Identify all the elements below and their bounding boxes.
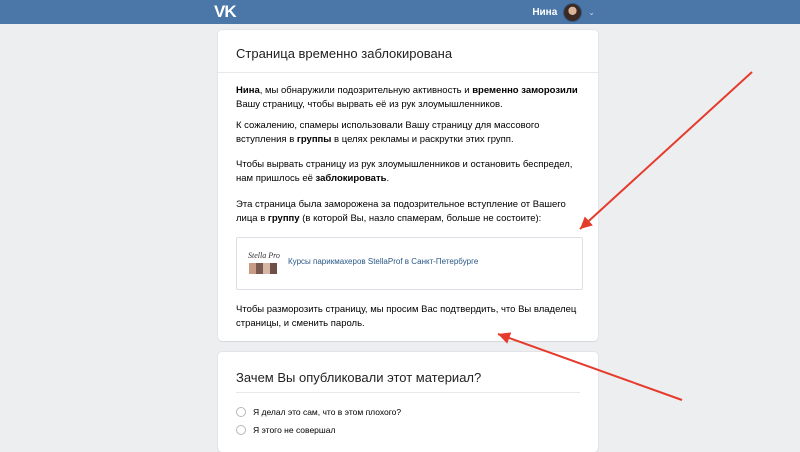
paragraph-text: Вашу страницу, чтобы вырвать её из рук з… xyxy=(236,99,503,110)
paragraph-bold: группы xyxy=(296,134,332,145)
blocked-paragraph-3: Чтобы вырвать страницу из рук злоумышлен… xyxy=(236,158,586,186)
blocked-paragraph-5: Чтобы разморозить страницу, мы просим Ва… xyxy=(236,304,577,329)
paragraph-text: . xyxy=(386,173,390,184)
radio-button[interactable] xyxy=(236,425,246,435)
user-name-bold: Нина xyxy=(236,85,260,96)
paragraph-text: в целях рекламы и раскрутки этих групп. xyxy=(331,134,514,145)
paragraph-text: (в которой Вы, назло спамерам, больше не… xyxy=(299,213,542,224)
group-avatar-text: Stella Pro xyxy=(248,251,280,260)
avatar[interactable] xyxy=(563,2,583,22)
blocked-paragraph-4: Эта страница была заморожена за подозрит… xyxy=(236,198,586,226)
divider xyxy=(218,72,598,73)
blocked-page-card: Страница временно заблокирована Нина, мы… xyxy=(218,30,598,341)
survey-title: Зачем Вы опубликовали этот материал? xyxy=(236,370,482,385)
survey-option-not-me[interactable]: Я этого не совершал xyxy=(236,425,335,435)
group-photo xyxy=(249,263,277,274)
user-name[interactable]: Нина xyxy=(532,7,557,18)
survey-card: Зачем Вы опубликовали этот материал? Я д… xyxy=(218,352,598,452)
survey-option-self[interactable]: Я делал это сам, что в этом плохого? xyxy=(236,407,401,417)
chevron-down-icon[interactable]: ⌄ xyxy=(588,8,595,17)
paragraph-bold: группу xyxy=(267,213,300,224)
divider xyxy=(236,392,580,393)
group-card[interactable]: Stella Pro Курсы парикмахеров StellaProf… xyxy=(236,237,583,290)
blocked-paragraph-1: Нина, мы обнаружили подозрительную актив… xyxy=(236,84,586,112)
top-navigation-bar: VK Нина ⌄ xyxy=(0,0,800,24)
radio-button[interactable] xyxy=(236,407,246,417)
page-title: Страница временно заблокирована xyxy=(236,46,453,61)
paragraph-text: Чтобы вырвать страницу из рук злоумышлен… xyxy=(236,159,573,184)
survey-option-label[interactable]: Я делал это сам, что в этом плохого? xyxy=(253,407,401,417)
vk-logo[interactable]: VK xyxy=(214,3,237,21)
survey-option-label[interactable]: Я этого не совершал xyxy=(253,425,335,435)
blocked-paragraph-2: К сожалению, спамеры использовали Вашу с… xyxy=(236,119,586,147)
annotation-arrow xyxy=(579,71,753,230)
paragraph-bold: временно заморозили xyxy=(472,85,578,96)
paragraph-text: , мы обнаружили подозрительную активност… xyxy=(259,85,473,96)
group-avatar[interactable]: Stella Pro xyxy=(248,250,280,275)
paragraph-bold: заблокировать xyxy=(315,173,387,184)
group-link[interactable]: Курсы парикмахеров StellaProf в Санкт-Пе… xyxy=(288,257,478,266)
user-menu[interactable]: Нина ⌄ xyxy=(532,0,595,24)
